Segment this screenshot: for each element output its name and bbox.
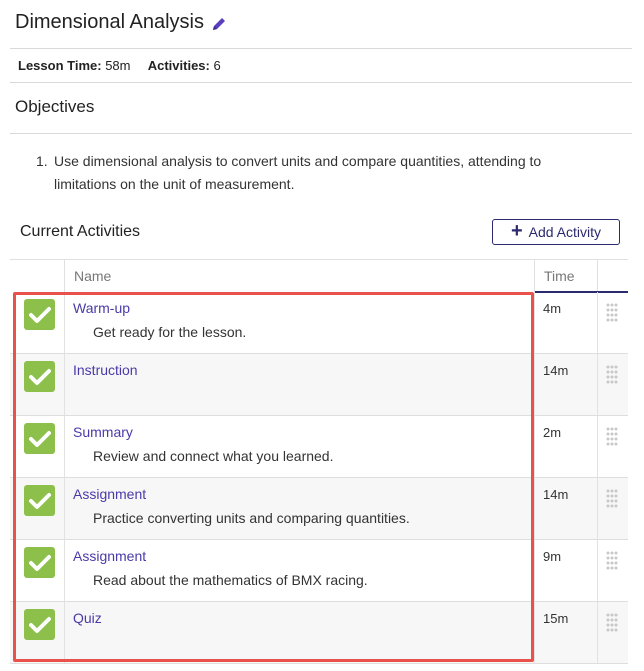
activity-time: 15m: [543, 611, 569, 626]
activity-row[interactable]: Quiz 15m: [10, 602, 628, 664]
activity-name-link[interactable]: Summary: [73, 424, 133, 440]
lesson-meta: Lesson Time: 58m Activities: 6: [18, 58, 221, 73]
objectives-title: Objectives: [15, 97, 95, 116]
checkbox-checked-icon[interactable]: [24, 299, 55, 330]
checkbox-checked-icon[interactable]: [24, 547, 55, 578]
activity-description: Review and connect what you learned.: [93, 448, 334, 464]
drag-handle-icon[interactable]: [605, 427, 619, 449]
drag-handle-icon[interactable]: [605, 303, 619, 325]
activity-name-link[interactable]: Assignment: [73, 548, 146, 564]
objective-text: Use dimensional analysis to convert unit…: [54, 153, 542, 192]
lesson-title: Dimensional Analysis: [15, 11, 204, 33]
activity-time: 9m: [543, 549, 562, 564]
activity-time: 4m: [543, 301, 562, 316]
drag-handle-icon[interactable]: [605, 489, 619, 511]
objectives-list: 1. Use dimensional analysis to convert u…: [36, 150, 606, 196]
divider: [10, 82, 632, 83]
activity-row[interactable]: Summary Review and connect what you lear…: [10, 416, 628, 478]
checkbox-checked-icon[interactable]: [24, 361, 55, 392]
column-header-name[interactable]: Name: [74, 268, 111, 284]
checkbox-checked-icon[interactable]: [24, 485, 55, 516]
activity-row[interactable]: Assignment Practice converting units and…: [10, 478, 628, 540]
activity-time: 14m: [543, 487, 569, 502]
activity-name-link[interactable]: Quiz: [73, 610, 102, 626]
activity-time: 14m: [543, 363, 569, 378]
drag-handle-icon[interactable]: [605, 551, 619, 573]
lesson-header: Dimensional Analysis: [0, 0, 632, 48]
add-activity-button[interactable]: + Add Activity: [492, 219, 620, 245]
activity-row[interactable]: Warm-up Get ready for the lesson. 4m: [10, 292, 628, 354]
drag-handle-icon[interactable]: [605, 365, 619, 387]
checkbox-checked-icon[interactable]: [24, 423, 55, 454]
objective-number: 1.: [36, 153, 48, 169]
activity-row[interactable]: Instruction 14m: [10, 354, 628, 416]
drag-handle-icon[interactable]: [605, 613, 619, 635]
activity-row[interactable]: Assignment Read about the mathematics of…: [10, 540, 628, 602]
activities-count-label: Activities:: [147, 58, 210, 73]
activities-table: Name Time Warm-up Get ready for the less…: [10, 259, 628, 671]
activity-name-link[interactable]: Instruction: [73, 362, 138, 378]
pencil-icon[interactable]: [211, 16, 227, 32]
add-activity-label: Add Activity: [528, 224, 602, 240]
activities-count-value: 6: [213, 58, 221, 73]
plus-icon: +: [510, 220, 523, 242]
table-header: Name Time: [10, 259, 628, 293]
lesson-time-label: Lesson Time:: [18, 58, 102, 73]
divider: [10, 133, 632, 134]
activity-description: Get ready for the lesson.: [93, 324, 247, 340]
lesson-time-value: 58m: [105, 58, 131, 73]
activity-description: Read about the mathematics of BMX racing…: [93, 572, 368, 588]
activity-time: 2m: [543, 425, 562, 440]
activity-description: Practice converting units and comparing …: [93, 510, 410, 526]
current-activities-title: Current Activities: [20, 223, 141, 240]
activity-name-link[interactable]: Warm-up: [73, 300, 130, 316]
checkbox-checked-icon[interactable]: [24, 609, 55, 640]
divider: [10, 48, 632, 49]
activity-name-link[interactable]: Assignment: [73, 486, 146, 502]
column-header-time[interactable]: Time: [544, 268, 575, 284]
